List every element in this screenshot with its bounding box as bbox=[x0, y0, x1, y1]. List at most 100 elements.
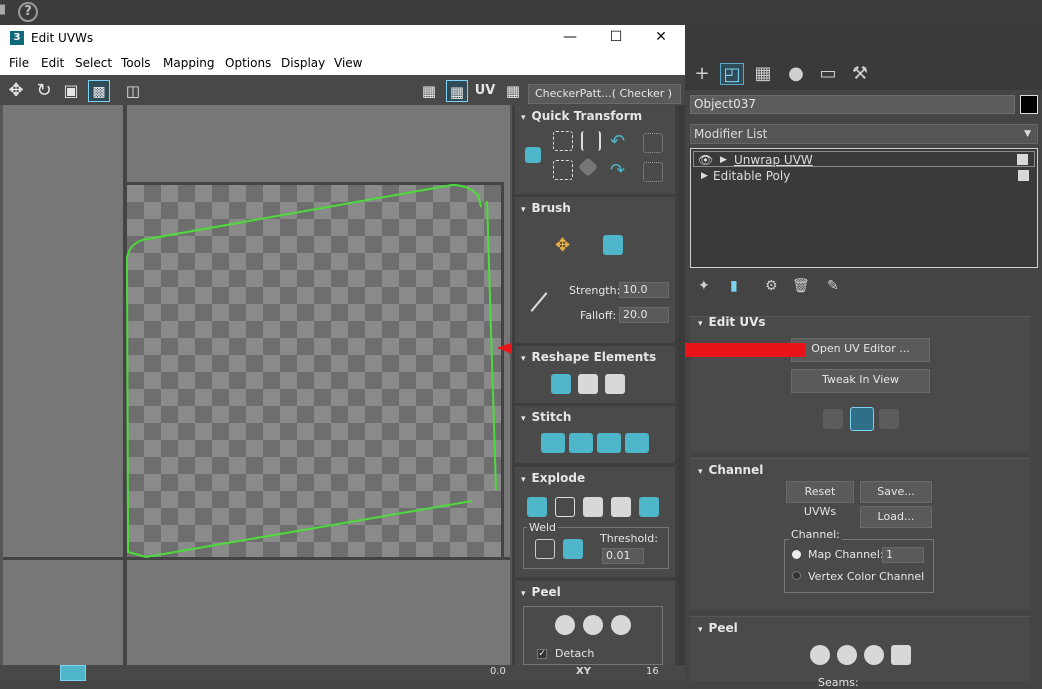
move-icon[interactable]: ✥ bbox=[5, 80, 27, 102]
hierarchy-tab-icon[interactable]: ▦ bbox=[751, 63, 775, 85]
zoom-field[interactable]: 16 bbox=[646, 666, 659, 677]
vertex-select-icon[interactable] bbox=[823, 409, 843, 429]
align-to-center-icon[interactable] bbox=[525, 147, 541, 163]
stitch-target-icon[interactable] bbox=[625, 433, 649, 453]
weld-all-icon[interactable] bbox=[563, 539, 583, 559]
flatten-by-smoothing-icon[interactable] bbox=[611, 497, 631, 517]
maximize-icon[interactable]: ☐ bbox=[606, 29, 626, 45]
rollout-title[interactable]: Peel bbox=[521, 585, 561, 599]
modifier-list-dropdown[interactable]: Modifier List ▼ bbox=[690, 124, 1038, 144]
utilities-tab-icon[interactable]: ⚒ bbox=[848, 63, 872, 85]
expand-arrow-icon[interactable]: ▶ bbox=[701, 168, 708, 184]
expand-arrow-icon[interactable]: ▶ bbox=[720, 152, 727, 168]
map-channel-spinner[interactable]: 1 bbox=[882, 547, 924, 563]
pin-stack-icon[interactable]: ✦ bbox=[698, 278, 710, 294]
uv-channel-label[interactable]: UV bbox=[474, 80, 496, 102]
stitch-source-icon[interactable] bbox=[569, 433, 593, 453]
brush-stroke-icon[interactable] bbox=[530, 292, 548, 312]
relax-brush-icon[interactable] bbox=[603, 235, 623, 255]
scale-icon[interactable]: ▣ bbox=[60, 80, 82, 102]
falloff-spinner[interactable]: 20.0 bbox=[619, 307, 669, 323]
select-mode-icon[interactable] bbox=[60, 665, 86, 681]
panel-scrollbar[interactable] bbox=[678, 105, 685, 665]
coordinate-field[interactable]: 0.0 bbox=[490, 666, 506, 677]
menu-options[interactable]: Options bbox=[225, 56, 271, 70]
peel-mode-icon[interactable] bbox=[583, 615, 603, 635]
minimize-icon[interactable]: — bbox=[560, 29, 580, 45]
xy-label[interactable]: XY bbox=[576, 666, 591, 677]
stitch-custom-icon[interactable] bbox=[541, 433, 565, 453]
align-horizontal-icon[interactable] bbox=[553, 131, 573, 151]
reset-peel-icon[interactable] bbox=[864, 645, 884, 665]
freeform-mode-icon[interactable]: ▩ bbox=[88, 80, 110, 102]
help-icon[interactable]: ? bbox=[18, 2, 38, 22]
distribute-icon[interactable] bbox=[578, 157, 598, 177]
threshold-spinner[interactable]: 0.01 bbox=[602, 548, 644, 564]
show-map-icon[interactable]: ▦ bbox=[418, 80, 440, 102]
rotate-cw-icon[interactable]: ↷ bbox=[610, 160, 630, 181]
object-name-field[interactable]: Object037 bbox=[690, 95, 1015, 114]
space-horizontal-icon[interactable] bbox=[553, 160, 573, 180]
relax-icon[interactable] bbox=[578, 374, 598, 394]
menu-mapping[interactable]: Mapping bbox=[163, 56, 215, 70]
tweak-in-view-button[interactable]: Tweak In View bbox=[791, 369, 930, 393]
menu-file[interactable]: File bbox=[9, 56, 29, 70]
rollout-title[interactable]: Quick Transform bbox=[521, 109, 643, 123]
menu-display[interactable]: Display bbox=[281, 56, 325, 70]
configure-modifier-sets-icon[interactable]: ✎ bbox=[827, 278, 839, 294]
reset-peel-icon[interactable] bbox=[611, 615, 631, 635]
rollout-title[interactable]: Brush bbox=[521, 201, 571, 215]
rollout-title[interactable]: Channel bbox=[698, 463, 764, 477]
open-uv-editor-button[interactable]: Open UV Editor ... bbox=[791, 338, 930, 362]
detach-edge-icon[interactable] bbox=[555, 497, 575, 517]
rollout-title[interactable]: Explode bbox=[521, 471, 586, 485]
stitch-average-icon[interactable] bbox=[597, 433, 621, 453]
texture-settings-icon[interactable]: ▦ bbox=[502, 80, 524, 102]
menu-select[interactable]: Select bbox=[75, 56, 112, 70]
menu-edit[interactable]: Edit bbox=[41, 56, 64, 70]
modify-tab-icon[interactable]: ◰ bbox=[720, 63, 744, 85]
checker-pattern-dropdown[interactable]: CheckerPatt...( Checker ) bbox=[528, 84, 681, 104]
strength-spinner[interactable]: 10.0 bbox=[619, 282, 669, 298]
checker-display-icon[interactable]: ▦ bbox=[446, 80, 468, 102]
close-icon[interactable]: ✕ bbox=[651, 29, 671, 45]
load-button[interactable]: Load... bbox=[860, 506, 932, 528]
stack-toggle-checkbox[interactable] bbox=[1018, 170, 1029, 181]
flatten-by-material-icon[interactable] bbox=[639, 497, 659, 517]
rollout-title[interactable]: Peel bbox=[698, 621, 738, 635]
weld-selected-icon[interactable] bbox=[535, 539, 555, 559]
break-icon[interactable] bbox=[527, 497, 547, 517]
quick-peel-icon[interactable] bbox=[810, 645, 830, 665]
stack-toggle-checkbox[interactable] bbox=[1017, 154, 1028, 165]
rotate-icon[interactable]: ↻ bbox=[33, 80, 55, 102]
rollout-title[interactable]: Reshape Elements bbox=[521, 350, 657, 364]
eye-icon[interactable]: 👁 bbox=[698, 152, 713, 168]
rollout-title[interactable]: Edit UVs bbox=[698, 315, 766, 329]
detach-checkbox[interactable]: ✓ bbox=[537, 649, 547, 659]
vertex-color-channel-radio[interactable] bbox=[792, 571, 801, 580]
stack-item-unwrap-uvw[interactable]: 👁 ▶ Unwrap UVW bbox=[693, 151, 1035, 167]
remove-modifier-icon[interactable]: 🗑 bbox=[792, 278, 810, 294]
reset-uvws-button[interactable]: Reset UVWs bbox=[786, 481, 854, 518]
make-unique-icon[interactable]: ⚙ bbox=[765, 278, 778, 294]
rollout-title[interactable]: Stitch bbox=[521, 410, 572, 424]
flatten-icon[interactable] bbox=[583, 497, 603, 517]
display-tab-icon[interactable]: ▭ bbox=[816, 63, 840, 85]
space-vertical-icon[interactable] bbox=[643, 162, 663, 182]
save-button[interactable]: Save... bbox=[860, 481, 932, 503]
motion-tab-icon[interactable]: ● bbox=[784, 63, 808, 85]
create-tab-icon[interactable]: + bbox=[690, 63, 714, 85]
quick-peel-icon[interactable] bbox=[555, 615, 575, 635]
stack-item-editable-poly[interactable]: ▶ Editable Poly bbox=[693, 168, 1035, 184]
menu-tools[interactable]: Tools bbox=[121, 56, 151, 70]
map-channel-radio[interactable] bbox=[792, 550, 801, 559]
space-icon[interactable] bbox=[643, 133, 663, 153]
pelt-map-icon[interactable] bbox=[891, 645, 911, 665]
show-end-result-icon[interactable]: ▮ bbox=[730, 278, 738, 294]
face-select-icon[interactable] bbox=[879, 409, 899, 429]
uv-viewport[interactable] bbox=[3, 105, 510, 665]
uv-shell-outline[interactable] bbox=[3, 105, 510, 665]
align-vertical-icon[interactable] bbox=[581, 131, 601, 151]
rotate-ccw-icon[interactable]: ↶ bbox=[610, 131, 630, 152]
mirror-icon[interactable]: ◫ bbox=[122, 80, 144, 102]
